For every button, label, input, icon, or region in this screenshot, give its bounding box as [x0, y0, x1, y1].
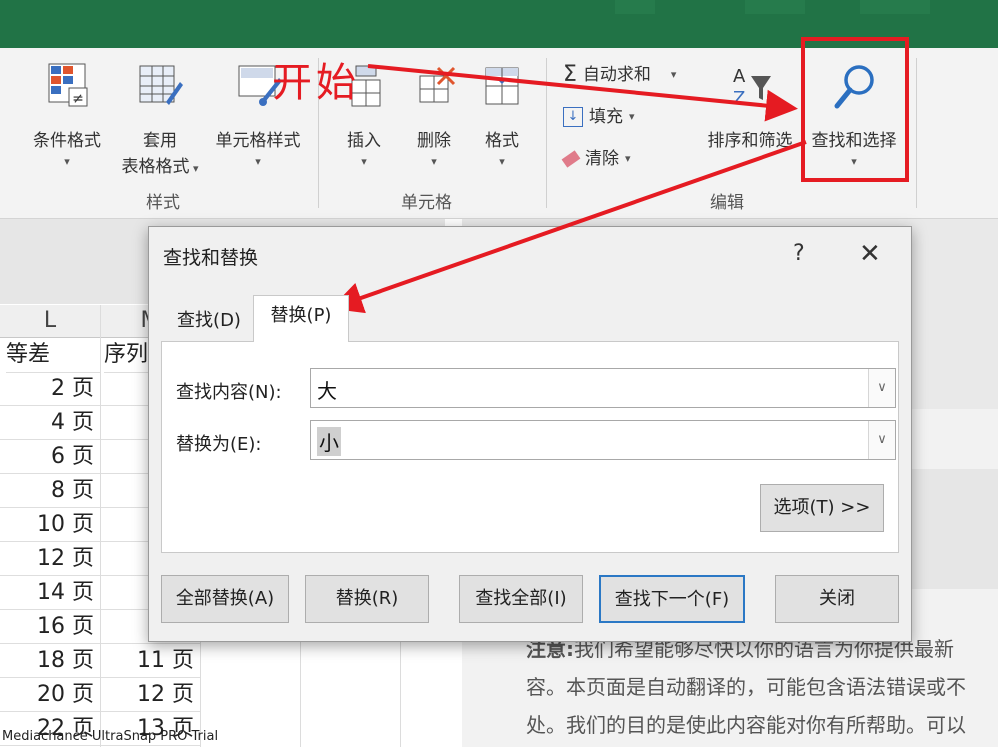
chevron-down-icon: ▾ [64, 155, 70, 168]
options-button[interactable]: 选项(T) >> [760, 484, 884, 532]
clear-button[interactable]: 清除 ▾ [561, 144, 631, 174]
close-icon[interactable]: ✕ [859, 239, 881, 269]
table-cell[interactable]: 10 页 [0, 508, 100, 542]
highlight-box [801, 37, 909, 182]
table-cell[interactable]: 16 页 [0, 610, 100, 644]
autosum-button[interactable]: Σ 自动求和 ▾ [563, 60, 676, 90]
format-as-table-button[interactable]: 套用 表格格式 ▾ [110, 62, 210, 180]
help-line-3: 处。我们的目的是使此内容能对你有所帮助。可以 [526, 713, 966, 737]
conditional-format-icon: ≠ [48, 63, 88, 107]
autosum-label: 自动求和 [582, 65, 651, 85]
replace-with-combo[interactable]: 小 ∨ [310, 420, 896, 460]
chevron-down-icon: ▾ [189, 162, 199, 175]
group-label-styles: 样式 [146, 193, 180, 213]
find-replace-dialog: 查找和替换 ? ✕ 查找(D) 替换(P) 查找内容(N): 大 ∨ 替换为(E… [148, 226, 912, 642]
find-what-value: 大 [317, 379, 337, 403]
replace-with-value: 小 [317, 427, 341, 456]
svg-text:A: A [733, 66, 746, 87]
delete-label: 删除 [417, 131, 451, 151]
title-ghost [615, 0, 655, 14]
replace-all-button[interactable]: 全部替换(A) [161, 575, 289, 623]
fill-button[interactable]: ↓ 填充 ▾ [563, 102, 635, 132]
help-line-2: 容。本页面是自动翻译的，可能包含语法错误或不 [526, 675, 966, 699]
sigma-icon: Σ [563, 62, 577, 87]
eraser-icon [561, 150, 581, 168]
find-what-label: 查找内容(N): [176, 382, 282, 403]
tab-find[interactable]: 查找(D) [165, 301, 253, 341]
chevron-down-icon: ▾ [431, 155, 437, 168]
table-cell[interactable]: 14 页 [0, 576, 100, 610]
clear-label: 清除 [585, 149, 619, 169]
format-as-table-icon [139, 65, 183, 105]
chevron-down-icon: ▾ [361, 155, 367, 168]
chevron-down-icon: ▾ [629, 110, 635, 123]
title-ghost [745, 0, 805, 14]
tab-replace[interactable]: 替换(P) [253, 295, 349, 342]
replace-with-label: 替换为(E): [176, 434, 262, 455]
replace-button[interactable]: 替换(R) [305, 575, 429, 623]
find-what-combo[interactable]: 大 ∨ [310, 368, 896, 408]
chevron-down-icon: ▾ [499, 155, 505, 168]
sort-filter-icon: A Z [733, 66, 771, 109]
table-cell[interactable]: 18 页 [0, 644, 100, 678]
column-header-l[interactable]: L [0, 305, 100, 338]
title-ghost [860, 0, 930, 14]
delete-cells-icon [419, 66, 456, 103]
format-as-table-label-1: 套用 [143, 131, 177, 151]
table-cell[interactable]: 4 页 [0, 406, 100, 440]
watermark: Mediachance UltraSnap PRO Trial [2, 729, 219, 744]
fill-label: 填充 [589, 107, 623, 127]
start-annotation: 开始 [272, 60, 360, 106]
format-label: 格式 [485, 131, 519, 151]
chevron-down-icon: ▾ [670, 68, 677, 81]
delete-button[interactable]: 删除 ▾ [404, 62, 464, 170]
chevron-down-icon[interactable]: ∨ [868, 421, 895, 459]
insert-label: 插入 [347, 131, 381, 151]
replace-tab-page: 查找内容(N): 大 ∨ 替换为(E): 小 ∨ 选项(T) >> [161, 341, 899, 553]
svg-text:Z: Z [733, 88, 745, 109]
chevron-down-icon: ▾ [625, 152, 631, 165]
format-cells-icon [485, 67, 519, 105]
dialog-title: 查找和替换 [163, 247, 259, 269]
table-cell[interactable]: 12 页 [0, 542, 100, 576]
fill-down-icon: ↓ [563, 107, 583, 127]
table-cell[interactable]: 2 页 [0, 372, 100, 406]
chevron-down-icon[interactable]: ∨ [868, 369, 895, 407]
sort-filter-label: 排序和筛选 [707, 131, 793, 151]
conditional-format-label: 条件格式 [33, 131, 101, 151]
close-button[interactable]: 关闭 [775, 575, 899, 623]
group-separator [546, 58, 547, 208]
group-label-cells: 单元格 [401, 193, 452, 213]
sort-filter-button[interactable]: A Z 排序和筛选 [700, 62, 800, 154]
table-cell[interactable]: 20 页 [0, 678, 100, 712]
find-all-button[interactable]: 查找全部(I) [459, 575, 583, 623]
group-label-editing: 编辑 [710, 193, 744, 213]
cell-style-label: 单元格样式 [215, 131, 301, 151]
conditional-format-button[interactable]: ≠ 条件格式 ▾ [22, 62, 112, 170]
table-cell[interactable]: 12 页 [101, 678, 200, 712]
format-as-table-label-2: 表格格式 [121, 157, 190, 177]
cell-header-l[interactable]: 等差 [6, 338, 100, 373]
format-button[interactable]: 格式 ▾ [472, 62, 532, 170]
table-cell[interactable]: 8 页 [0, 474, 100, 508]
help-icon[interactable]: ? [793, 241, 805, 266]
chevron-down-icon: ▾ [255, 155, 261, 168]
svg-text:≠: ≠ [72, 91, 84, 107]
find-next-button[interactable]: 查找下一个(F) [599, 575, 745, 623]
table-cell[interactable]: 6 页 [0, 440, 100, 474]
table-cell[interactable]: 11 页 [101, 644, 200, 678]
group-separator [916, 58, 917, 208]
